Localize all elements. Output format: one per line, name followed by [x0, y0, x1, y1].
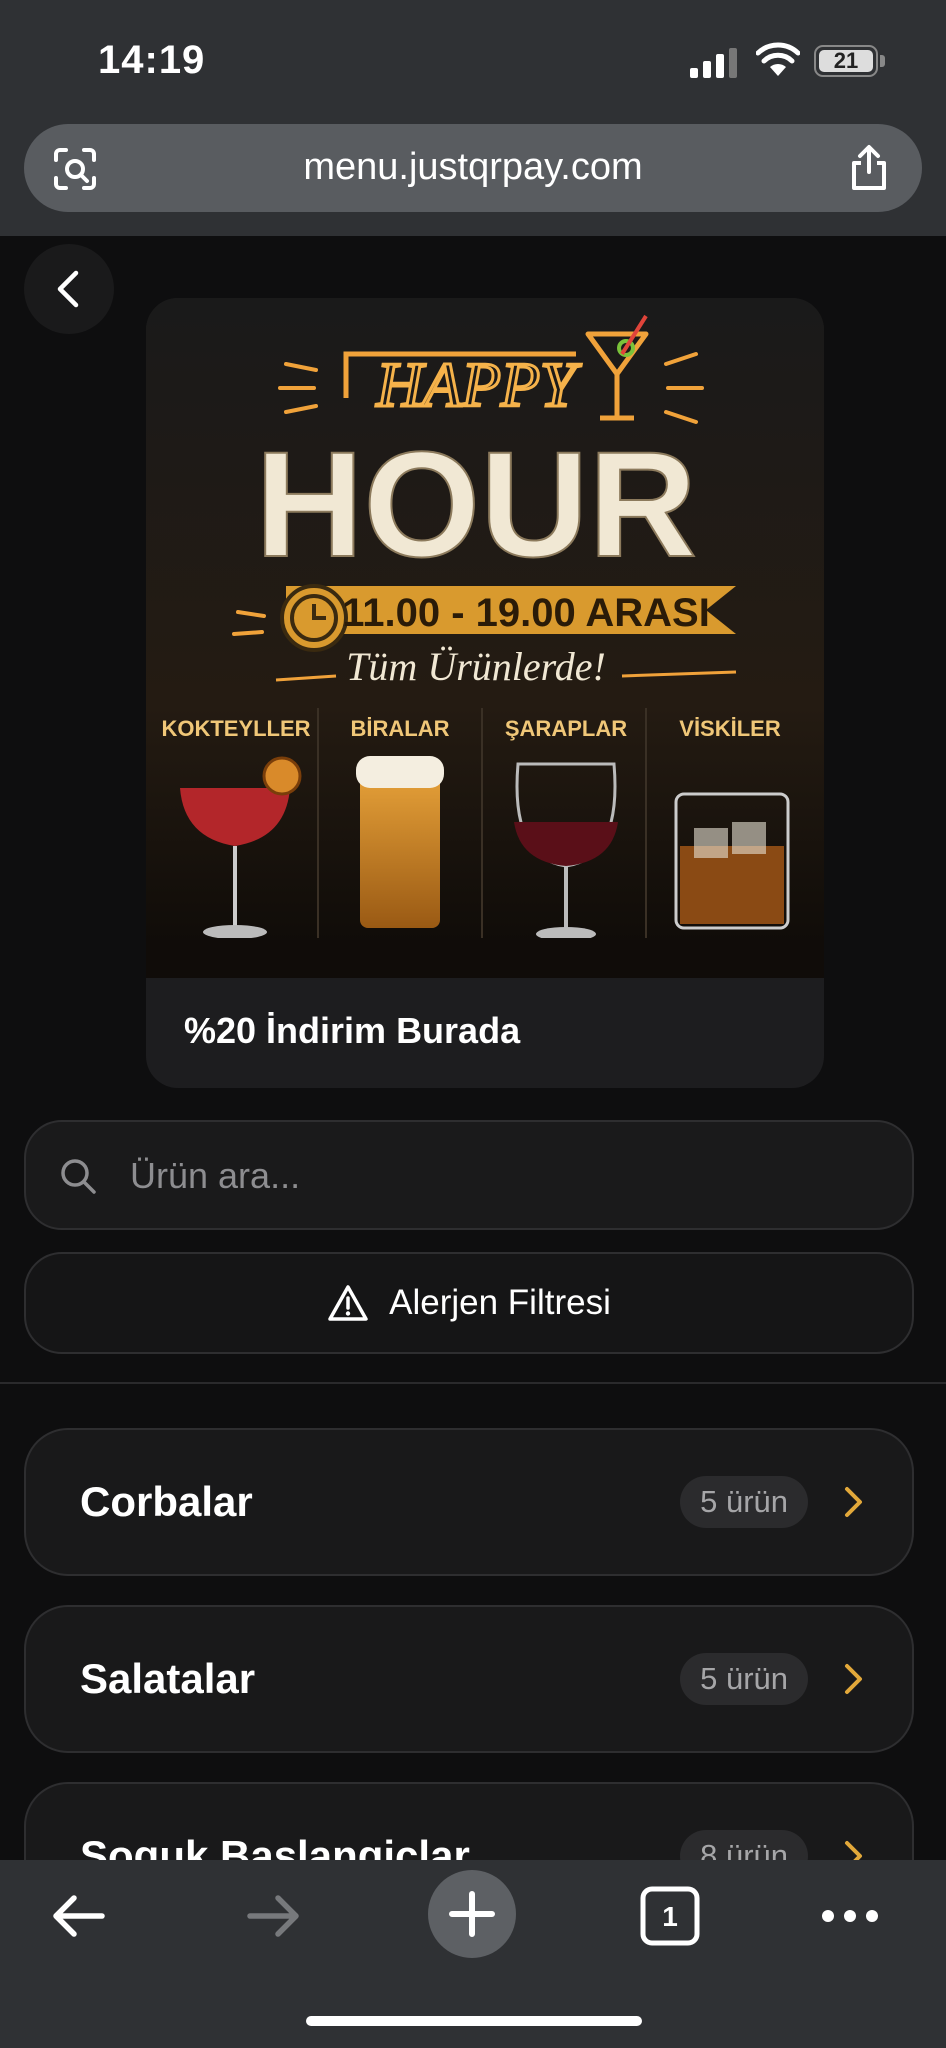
allergen-filter-button[interactable]: Alerjen Filtresi	[24, 1252, 914, 1354]
forward-arrow-icon[interactable]	[244, 1890, 304, 1942]
browser-chrome: 14:19 21 menu.justqrpay.com	[0, 0, 946, 236]
back-arrow-icon[interactable]	[48, 1890, 108, 1942]
category-count-badge: 5 ürün	[680, 1653, 808, 1705]
category-corbalar[interactable]: Corbalar 5 ürün	[24, 1428, 914, 1576]
category-name: Salatalar	[80, 1655, 256, 1702]
warning-icon	[328, 1285, 368, 1321]
banner-category-wines: ŞARAPLAR	[505, 716, 627, 741]
banner-category-cocktails: KOKTEYLLER	[161, 716, 310, 741]
promo-card[interactable]: HAPPY HOUR 11.00 - 19.00 ARASI Tüm Ürünl…	[146, 298, 824, 1088]
home-indicator	[306, 2016, 642, 2026]
banner-happy: HAPPY	[375, 349, 582, 420]
category-count-badge: 5 ürün	[680, 1476, 808, 1528]
search-icon	[61, 1159, 96, 1194]
chevron-right-icon	[845, 1487, 862, 1517]
back-button[interactable]	[24, 244, 114, 334]
battery-level: 21	[819, 50, 873, 72]
svg-text:1: 1	[662, 1901, 678, 1932]
chevron-left-icon	[57, 270, 79, 308]
beer-glass	[356, 756, 444, 928]
divider	[0, 1382, 946, 1384]
wifi-icon	[756, 42, 800, 76]
status-time: 14:19	[98, 38, 206, 82]
battery-tip	[880, 55, 885, 67]
allergen-filter-label: Alerjen Filtresi	[389, 1283, 611, 1322]
banner-hour: HOUR	[255, 420, 697, 588]
banner-category-whiskies: VİSKİLER	[679, 716, 781, 741]
more-options-icon[interactable]	[820, 1904, 880, 1928]
banner-time-range: 11.00 - 19.00 ARASI	[342, 591, 710, 635]
search-input[interactable]	[128, 1146, 892, 1206]
chevron-right-icon	[845, 1664, 862, 1694]
promo-caption: %20 İndirim Burada	[184, 1010, 521, 1051]
banner-category-beers: BİRALAR	[351, 716, 450, 741]
battery-icon: 21	[814, 45, 878, 77]
address-bar[interactable]: menu.justqrpay.com	[24, 124, 922, 212]
signal-icon	[690, 48, 738, 78]
url-text[interactable]: menu.justqrpay.com	[24, 146, 922, 189]
tabs-button[interactable]: 1	[638, 1884, 702, 1948]
category-name: Corbalar	[80, 1478, 253, 1525]
category-salatalar[interactable]: Salatalar 5 ürün	[24, 1605, 914, 1753]
happy-hour-banner: HAPPY HOUR 11.00 - 19.00 ARASI Tüm Ürünl…	[146, 298, 824, 978]
banner-tagline: Tüm Ürünlerde!	[346, 644, 606, 689]
search-box[interactable]	[24, 1120, 914, 1230]
new-tab-button[interactable]	[428, 1870, 516, 1958]
share-icon[interactable]	[846, 144, 892, 192]
